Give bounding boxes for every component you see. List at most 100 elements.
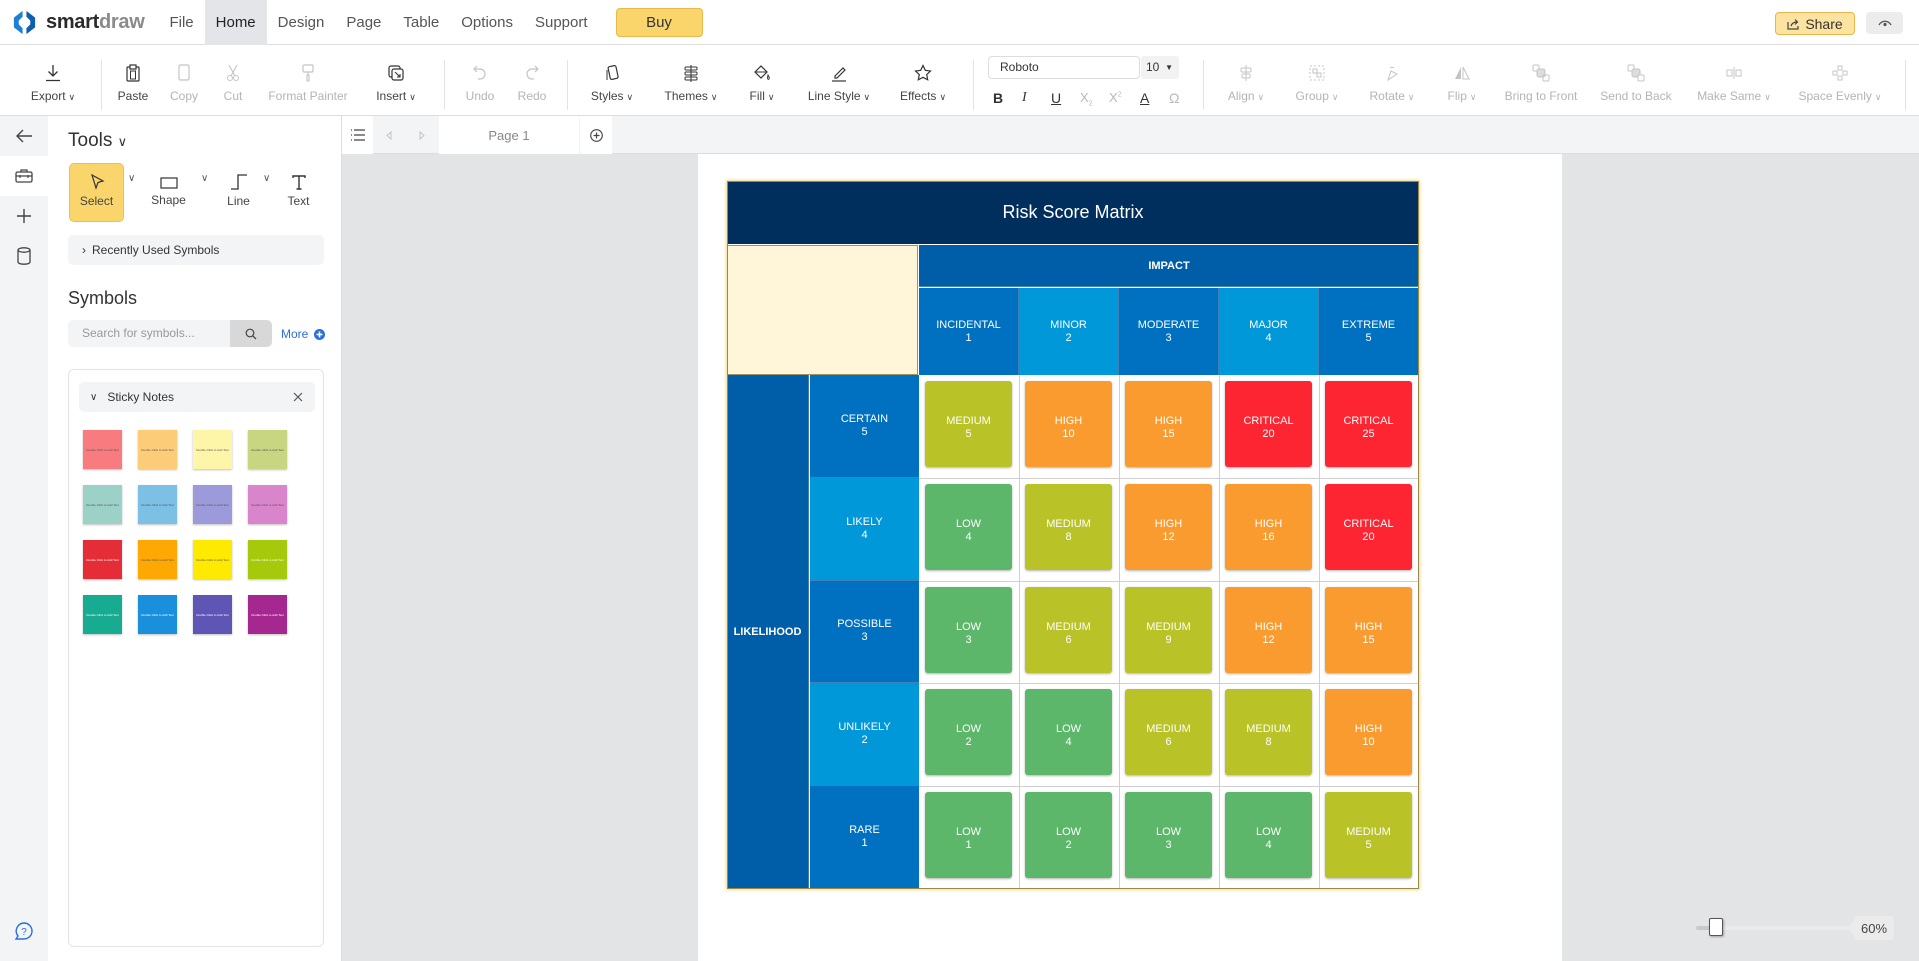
sticky-note-item[interactable]: Double Click to Add Text bbox=[83, 540, 122, 579]
back-button[interactable] bbox=[0, 116, 48, 156]
menu-options[interactable]: Options bbox=[450, 0, 524, 45]
recently-used-symbols[interactable]: › Recently Used Symbols bbox=[68, 235, 324, 265]
close-icon[interactable] bbox=[293, 392, 303, 402]
add-page-button[interactable] bbox=[580, 116, 612, 154]
bold-button[interactable]: B bbox=[993, 90, 1003, 106]
symbol-search-input[interactable]: Search for symbols... bbox=[68, 320, 231, 347]
font-size-select[interactable]: 10 ▼ bbox=[1141, 56, 1179, 79]
sticky-note-item[interactable]: Double Click to Add Text bbox=[193, 430, 232, 469]
risk-cell-low[interactable]: LOW 2 bbox=[1025, 792, 1112, 879]
themes-button[interactable]: Themes ∨ bbox=[662, 45, 720, 116]
select-tool[interactable]: Select bbox=[69, 163, 124, 222]
risk-cell-medium[interactable]: MEDIUM 8 bbox=[1025, 483, 1112, 570]
space-evenly-button[interactable]: Space Evenly ∨ bbox=[1796, 45, 1884, 116]
menu-table[interactable]: Table bbox=[392, 0, 450, 45]
select-dropdown-chevron-icon[interactable]: ∨ bbox=[128, 173, 135, 184]
send-to-back-button[interactable]: Send to Back bbox=[1598, 45, 1674, 116]
rail-data[interactable] bbox=[0, 236, 48, 276]
risk-cell-high[interactable]: HIGH 10 bbox=[1325, 689, 1412, 776]
likelihood-header[interactable]: LIKELIHOOD bbox=[727, 375, 809, 889]
copy-button[interactable]: Copy bbox=[169, 45, 199, 116]
risk-cell-medium[interactable]: MEDIUM 6 bbox=[1025, 586, 1112, 673]
risk-cell-low[interactable]: LOW 1 bbox=[925, 792, 1012, 879]
sticky-note-item[interactable]: Double Click to Add Text bbox=[138, 430, 177, 469]
sticky-note-item[interactable]: Double Click to Add Text bbox=[193, 485, 232, 524]
risk-cell-high[interactable]: HIGH 15 bbox=[1325, 586, 1412, 673]
insert-button[interactable]: Insert ∨ bbox=[371, 45, 421, 116]
sticky-note-item[interactable]: Double Click to Add Text bbox=[83, 595, 122, 634]
bring-to-front-button[interactable]: Bring to Front bbox=[1502, 45, 1580, 116]
matrix-title[interactable]: Risk Score Matrix bbox=[727, 181, 1419, 244]
rail-tools[interactable] bbox=[0, 156, 48, 196]
preview-button[interactable] bbox=[1866, 12, 1903, 34]
flip-button[interactable]: Flip ∨ bbox=[1442, 45, 1482, 116]
risk-cell-low[interactable]: LOW 3 bbox=[1125, 792, 1212, 879]
sticky-note-item[interactable]: Double Click to Add Text bbox=[248, 540, 287, 579]
sticky-note-item[interactable]: Double Click to Add Text bbox=[138, 485, 177, 524]
undo-button[interactable]: Undo bbox=[466, 45, 494, 116]
previous-page-button[interactable] bbox=[373, 116, 405, 154]
make-same-button[interactable]: Make Same ∨ bbox=[1694, 45, 1774, 116]
menu-home[interactable]: Home bbox=[204, 0, 267, 45]
font-family-input[interactable]: Roboto bbox=[988, 56, 1140, 79]
underline-button[interactable]: U bbox=[1051, 90, 1061, 106]
group-button[interactable]: Group ∨ bbox=[1292, 45, 1342, 116]
library-header[interactable]: ∨ Sticky Notes bbox=[79, 382, 315, 412]
sticky-note-item[interactable]: Double Click to Add Text bbox=[83, 485, 122, 524]
styles-button[interactable]: Styles ∨ bbox=[588, 45, 636, 116]
text-tool[interactable]: Text bbox=[271, 163, 326, 222]
tools-header[interactable]: Tools ∨ bbox=[68, 130, 127, 152]
risk-cell-high[interactable]: HIGH 10 bbox=[1025, 381, 1112, 467]
risk-cell-medium[interactable]: MEDIUM 8 bbox=[1225, 689, 1312, 776]
risk-cell-high[interactable]: HIGH 12 bbox=[1125, 483, 1212, 570]
impact-header[interactable]: IMPACT bbox=[919, 245, 1419, 287]
menu-support[interactable]: Support bbox=[524, 0, 599, 45]
italic-button[interactable]: I bbox=[1022, 90, 1027, 106]
sticky-note-item[interactable]: Double Click to Add Text bbox=[138, 595, 177, 634]
sticky-note-item[interactable]: Double Click to Add Text bbox=[248, 595, 287, 634]
help-button[interactable]: ? bbox=[0, 911, 48, 951]
likelihood-row-header[interactable]: RARE 1 bbox=[810, 786, 919, 889]
risk-cell-critical[interactable]: CRITICAL 20 bbox=[1325, 483, 1412, 570]
menu-file[interactable]: File bbox=[158, 0, 204, 45]
likelihood-row-header[interactable]: UNLIKELY 2 bbox=[810, 683, 919, 787]
next-page-button[interactable] bbox=[406, 116, 438, 154]
sticky-note-item[interactable]: Double Click to Add Text bbox=[248, 430, 287, 469]
special-character-button[interactable]: Ω bbox=[1169, 90, 1179, 106]
sticky-note-item[interactable]: Double Click to Add Text bbox=[248, 485, 287, 524]
impact-column-header[interactable]: MAJOR 4 bbox=[1219, 288, 1319, 375]
paste-button[interactable]: Paste bbox=[115, 45, 151, 116]
rotate-button[interactable]: Rotate ∨ bbox=[1366, 45, 1418, 116]
menu-page[interactable]: Page bbox=[335, 0, 392, 45]
risk-cell-low[interactable]: LOW 4 bbox=[1225, 792, 1312, 879]
risk-cell-high[interactable]: HIGH 12 bbox=[1225, 586, 1312, 673]
sticky-note-item[interactable]: Double Click to Add Text bbox=[83, 430, 122, 469]
share-button[interactable]: Share bbox=[1775, 12, 1855, 35]
risk-cell-low[interactable]: LOW 4 bbox=[1025, 689, 1112, 776]
sticky-note-item[interactable]: Double Click to Add Text bbox=[193, 595, 232, 634]
impact-column-header[interactable]: MODERATE 3 bbox=[1119, 288, 1219, 375]
risk-cell-low[interactable]: LOW 3 bbox=[925, 586, 1012, 673]
risk-cell-low[interactable]: LOW 4 bbox=[925, 483, 1012, 570]
impact-column-header[interactable]: EXTREME 5 bbox=[1319, 288, 1419, 375]
sticky-note-item[interactable]: Double Click to Add Text bbox=[138, 540, 177, 579]
risk-cell-low[interactable]: LOW 2 bbox=[925, 689, 1012, 776]
likelihood-row-header[interactable]: POSSIBLE 3 bbox=[810, 580, 919, 684]
likelihood-row-header[interactable]: LIKELY 4 bbox=[810, 477, 919, 581]
align-button[interactable]: Align ∨ bbox=[1223, 45, 1269, 116]
impact-column-header[interactable]: INCIDENTAL 1 bbox=[919, 288, 1019, 375]
line-tool[interactable]: Line bbox=[211, 163, 266, 222]
matrix-corner-cell[interactable] bbox=[727, 245, 918, 375]
subscript-button[interactable]: X2 bbox=[1080, 90, 1093, 108]
cut-button[interactable]: Cut bbox=[221, 45, 245, 116]
page-tab[interactable]: Page 1 bbox=[439, 116, 579, 154]
likelihood-row-header[interactable]: CERTAIN 5 bbox=[810, 375, 919, 478]
superscript-button[interactable]: X2 bbox=[1109, 90, 1122, 105]
line-style-button[interactable]: Line Style ∨ bbox=[804, 45, 874, 116]
risk-cell-medium[interactable]: MEDIUM 9 bbox=[1125, 586, 1212, 673]
risk-cell-medium[interactable]: MEDIUM 5 bbox=[1325, 792, 1412, 879]
more-symbols-link[interactable]: More bbox=[281, 327, 326, 341]
shape-tool[interactable]: Shape bbox=[141, 163, 196, 222]
risk-cell-critical[interactable]: CRITICAL 20 bbox=[1225, 381, 1312, 467]
fill-button[interactable]: Fill ∨ bbox=[746, 45, 778, 116]
